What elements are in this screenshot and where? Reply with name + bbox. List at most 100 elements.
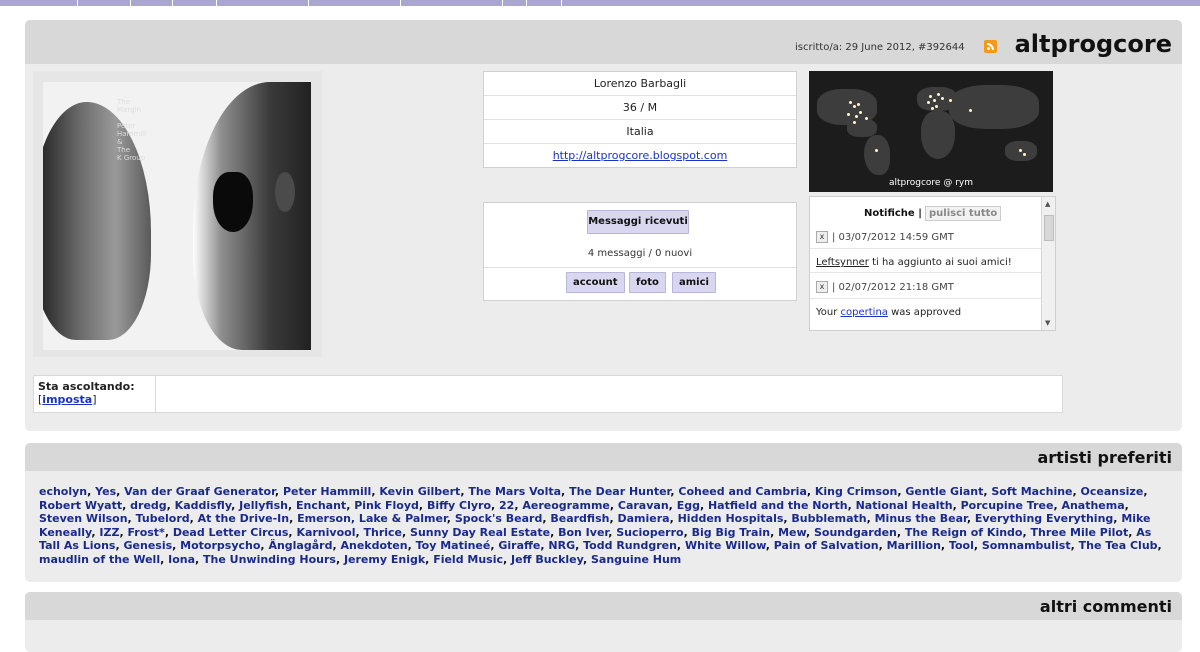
artist-link[interactable]: Sunny Day Real Estate (410, 526, 550, 539)
delete-notification-icon[interactable]: x (816, 281, 828, 293)
artist-link[interactable]: The Tea Club (1079, 539, 1158, 552)
artist-link[interactable]: Aereogramme (522, 499, 610, 512)
artist-link[interactable]: Robert Wyatt (39, 499, 122, 512)
artist-link[interactable]: Egg (677, 499, 700, 512)
artist-link[interactable]: Sanguine Hum (591, 553, 681, 566)
info-country: Italia (484, 120, 796, 144)
artist-link[interactable]: Minus the Bear (875, 512, 967, 525)
artist-link[interactable]: Beardfish (550, 512, 609, 525)
artist-link[interactable]: Soundgarden (814, 526, 897, 539)
scroll-down-icon[interactable]: ▼ (1045, 319, 1050, 327)
artist-link[interactable]: Giraffe (498, 539, 540, 552)
inbox-button[interactable]: Messaggi ricevuti (587, 210, 689, 234)
other-comments-header: altri commenti (25, 592, 1182, 620)
favorite-artists-header: artisti preferiti (25, 443, 1182, 471)
artist-link[interactable]: Bubblemath (791, 512, 866, 525)
artist-link[interactable]: Tool (949, 539, 974, 552)
artist-link[interactable]: Dead Letter Circus (173, 526, 289, 539)
artist-link[interactable]: Steven Wilson (39, 512, 128, 525)
artist-link[interactable]: Gentle Giant (905, 485, 983, 498)
delete-notification-icon[interactable]: x (816, 231, 828, 243)
artist-link[interactable]: Motorpsycho (180, 539, 260, 552)
artist-link[interactable]: IZZ (99, 526, 119, 539)
artist-link[interactable]: Coheed and Cambria (678, 485, 807, 498)
world-map[interactable]: altprogcore @ rym (809, 71, 1053, 192)
artist-link[interactable]: Sucioperro (616, 526, 683, 539)
artist-link[interactable]: Spock's Beard (455, 512, 543, 525)
artist-link[interactable]: dredg (130, 499, 167, 512)
artist-link[interactable]: Three Mile Pilot (1031, 526, 1129, 539)
artist-link[interactable]: Pink Floyd (354, 499, 419, 512)
messages-box: Messaggi ricevuti 4 messaggi / 0 nuovi a… (483, 202, 797, 301)
artist-link[interactable]: Tubelord (136, 512, 190, 525)
artist-link[interactable]: Marillion (887, 539, 941, 552)
artist-link[interactable]: Änglagård (268, 539, 332, 552)
artist-link[interactable]: Field Music (433, 553, 503, 566)
artist-link[interactable]: Anathema (1061, 499, 1124, 512)
artist-link[interactable]: Jellyfish (239, 499, 288, 512)
clear-all-button[interactable]: pulisci tutto (925, 206, 1002, 221)
artist-link[interactable]: Enchant (296, 499, 346, 512)
notification-user-link[interactable]: Leftsynner (816, 257, 869, 268)
artist-link[interactable]: Toy Matineé (416, 539, 491, 552)
cover-link[interactable]: copertina (841, 307, 888, 318)
artist-link[interactable]: Yes (95, 485, 116, 498)
website-link[interactable]: http://altprogcore.blogspot.com (553, 149, 728, 162)
artist-link[interactable]: Kaddisfly (175, 499, 231, 512)
artist-link[interactable]: Hidden Hospitals (678, 512, 784, 525)
artist-link[interactable]: Thrice (363, 526, 402, 539)
artist-link[interactable]: Emerson, Lake & Palmer (297, 512, 447, 525)
photo-face-right (193, 82, 311, 350)
artist-link[interactable]: Bon Iver (558, 526, 608, 539)
scroll-thumb[interactable] (1044, 215, 1054, 241)
set-listening-link[interactable]: imposta (42, 393, 92, 406)
artist-link[interactable]: Jeremy Enigk (344, 553, 425, 566)
artist-link[interactable]: 22 (499, 499, 514, 512)
notification-text: Your copertina was approved (816, 307, 962, 318)
artist-link[interactable]: Caravan (618, 499, 669, 512)
artist-link[interactable]: Anekdoten (340, 539, 407, 552)
artist-link[interactable]: National Health (856, 499, 953, 512)
photo-button[interactable]: foto (629, 272, 666, 293)
artist-link[interactable]: Everything Everything (975, 512, 1113, 525)
artist-link[interactable]: White Willow (685, 539, 766, 552)
artist-link[interactable]: NRG (548, 539, 575, 552)
joined-date: iscritto/a: 29 June 2012, #392644 (795, 42, 965, 53)
artist-link[interactable]: maudlin of the Well (39, 553, 160, 566)
artist-link[interactable]: Todd Rundgren (583, 539, 677, 552)
artist-link[interactable]: echolyn (39, 485, 87, 498)
artist-link[interactable]: Peter Hammill (283, 485, 371, 498)
artist-link[interactable]: The Unwinding Hours (203, 553, 336, 566)
notifications-scrollbar[interactable]: ▲ ▼ (1041, 197, 1055, 330)
artist-link[interactable]: Hatfield and the North (708, 499, 848, 512)
artist-link[interactable]: Karnivool (296, 526, 355, 539)
message-count: 4 messaggi / 0 nuovi (587, 248, 693, 259)
artist-link[interactable]: Somnambulist (982, 539, 1071, 552)
artist-link[interactable]: Mew (778, 526, 806, 539)
notification-meta: x | 02/07/2012 21:18 GMT (816, 279, 954, 297)
artist-link[interactable]: The Reign of Kindo (905, 526, 1023, 539)
artist-link[interactable]: Biffy Clyro (427, 499, 491, 512)
artist-link[interactable]: Frost* (127, 526, 164, 539)
account-button[interactable]: account (566, 272, 625, 293)
notifications-title: Notifiche | (864, 208, 922, 219)
artist-link[interactable]: Porcupine Tree (961, 499, 1054, 512)
artist-link[interactable]: Soft Machine (991, 485, 1072, 498)
artist-link[interactable]: Pain of Salvation (774, 539, 879, 552)
rss-feed-icon[interactable] (984, 40, 997, 53)
artist-link[interactable]: Iona (168, 553, 195, 566)
artist-link[interactable]: King Crimson (815, 485, 898, 498)
artist-link[interactable]: Genesis (124, 539, 173, 552)
artist-link[interactable]: Kevin Gilbert (379, 485, 460, 498)
artist-link[interactable]: The Dear Hunter (569, 485, 670, 498)
artist-link[interactable]: Van der Graaf Generator (124, 485, 275, 498)
profile-photo[interactable]: The Margin Peter Hammill & The K Group (43, 82, 311, 350)
scroll-up-icon[interactable]: ▲ (1045, 200, 1050, 208)
artist-link[interactable]: Damiera (617, 512, 669, 525)
artist-link[interactable]: Oceansize (1081, 485, 1144, 498)
artist-link[interactable]: Big Big Train (692, 526, 770, 539)
friends-button[interactable]: amici (672, 272, 716, 293)
artist-link[interactable]: Jeff Buckley (511, 553, 583, 566)
artist-link[interactable]: At the Drive-In (198, 512, 289, 525)
artist-link[interactable]: The Mars Volta (468, 485, 561, 498)
